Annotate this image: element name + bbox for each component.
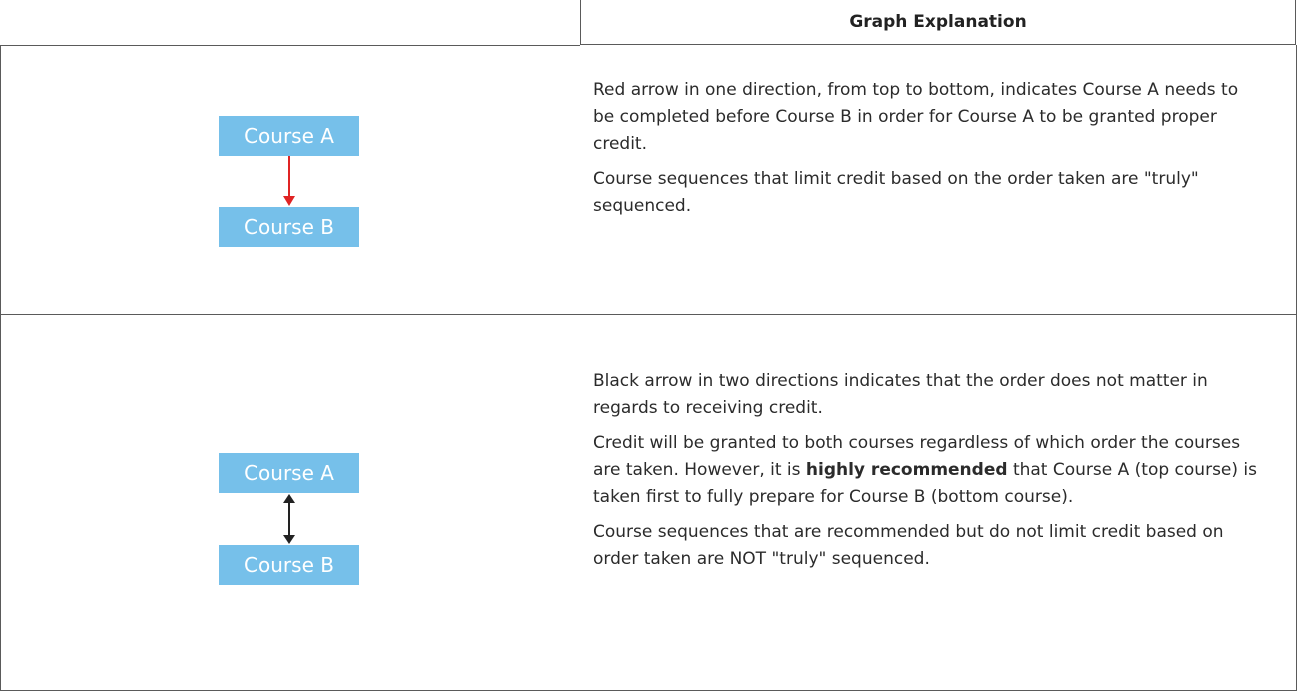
highly-recommended-emphasis: highly recommended [805, 460, 1008, 480]
graph-explanation-table: Graph Explanation Course A Course B Red … [0, 0, 1297, 691]
explanation-cell: Black arrow in two directions indicates … [593, 368, 1263, 581]
course-a-label: Course A [244, 124, 334, 148]
course-a-label: Course A [244, 461, 334, 485]
course-a-box: Course A [219, 116, 359, 156]
table-header: Graph Explanation [580, 0, 1296, 45]
graph-cell: Course A Course B [1, 315, 579, 690]
explanation-paragraph: Course sequences that limit credit based… [593, 169, 1199, 216]
explanation-paragraph: Red arrow in one direction, from top to … [593, 80, 1239, 154]
explanation-cell: Red arrow in one direction, from top to … [593, 77, 1263, 228]
explanation-paragraph: Course sequences that are recommended bu… [593, 522, 1224, 569]
course-b-box: Course B [219, 207, 359, 247]
course-b-label: Course B [244, 215, 334, 239]
explanation-paragraph: Black arrow in two directions indicates … [593, 371, 1208, 418]
table-row: Course A Course B Black arrow in two dir… [0, 315, 1297, 691]
header-title: Graph Explanation [849, 12, 1027, 32]
arrow-up-down-icon [283, 494, 295, 544]
course-b-box: Course B [219, 545, 359, 585]
header-blank-cell [0, 0, 580, 46]
course-a-box: Course A [219, 453, 359, 493]
table-row: Course A Course B Red arrow in one direc… [0, 45, 1297, 315]
course-b-label: Course B [244, 553, 334, 577]
arrow-down-icon [283, 156, 295, 206]
graph-cell: Course A Course B [1, 45, 579, 314]
explanation-paragraph-mixed: Credit will be granted to both courses r… [593, 430, 1263, 511]
